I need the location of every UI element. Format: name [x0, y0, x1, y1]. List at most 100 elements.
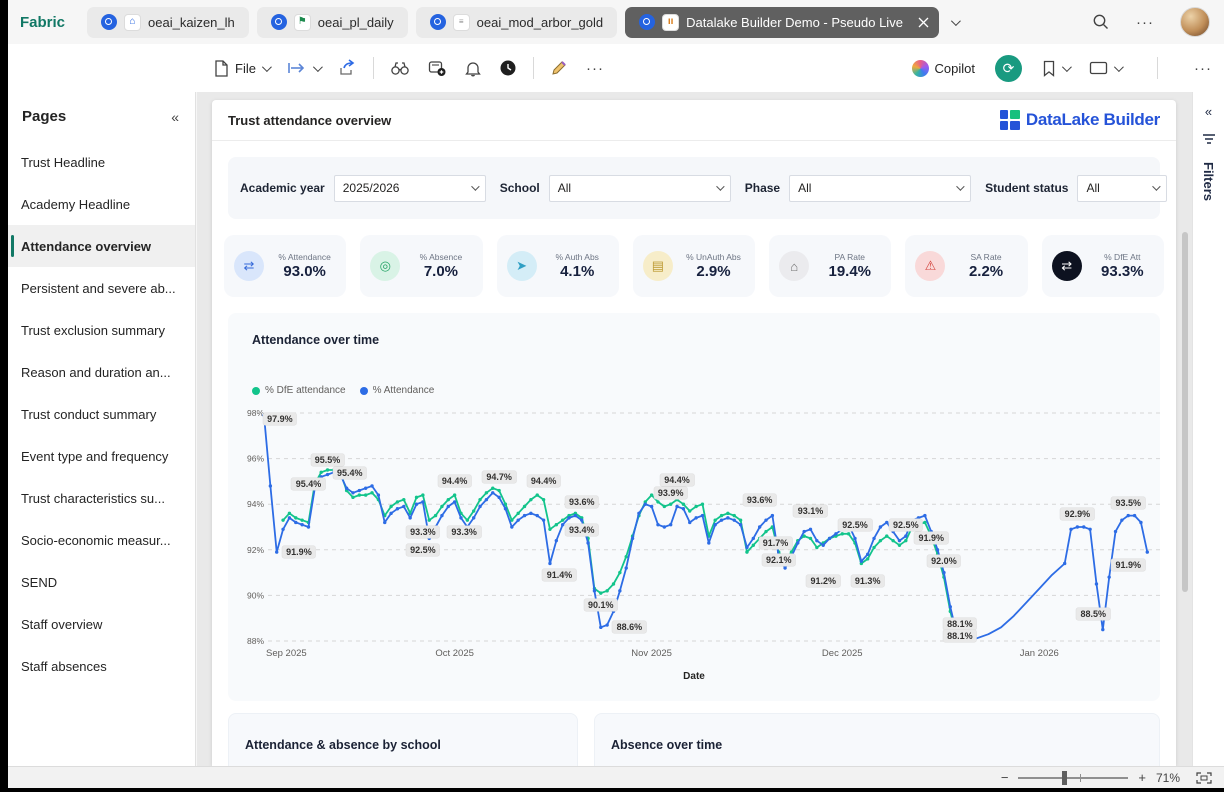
- zoom-slider[interactable]: [1018, 777, 1128, 779]
- edit-pencil-icon[interactable]: [550, 59, 568, 77]
- workspace-tabs: ⌂ oeai_kaizen_lh ⚑oeai_pl_daily ≡ oeai_mod_a…: [87, 7, 939, 38]
- svg-text:Dec 2025: Dec 2025: [822, 648, 863, 659]
- sidebar-item-attendance-overview[interactable]: Attendance overview: [8, 225, 195, 267]
- sidebar-item-reason-and-duration-an[interactable]: Reason and duration an...: [8, 351, 195, 393]
- notifications-bell-icon[interactable]: [465, 60, 481, 77]
- active-report-tab[interactable]: ııDatalake Builder Demo - Pseudo Live: [625, 7, 939, 38]
- sidebar-item-staff-absences[interactable]: Staff absences: [8, 645, 195, 687]
- kpi-card--absence[interactable]: ◎% Absence7.0%: [360, 235, 482, 297]
- fabric-logo[interactable]: Fabric: [20, 14, 65, 31]
- sidebar-item-academy-headline[interactable]: Academy Headline: [8, 183, 195, 225]
- zoom-in-button[interactable]: +: [1138, 770, 1146, 785]
- sidebar-item-trust-conduct-summary[interactable]: Trust conduct summary: [8, 393, 195, 435]
- workspace-tab[interactable]: ≡ oeai_mod_arbor_gold: [416, 7, 617, 38]
- legend-item: % Attendance: [360, 385, 435, 396]
- zoom-out-button[interactable]: −: [1001, 770, 1009, 785]
- sidebar-item-persistent-and-severe-ab[interactable]: Persistent and severe ab...: [8, 267, 195, 309]
- sidebar-item-socio-economic-measur[interactable]: Socio-economic measur...: [8, 519, 195, 561]
- svg-text:Nov 2025: Nov 2025: [631, 648, 672, 659]
- file-menu-button[interactable]: File: [214, 60, 269, 77]
- item-type-badge-icon: [271, 14, 287, 30]
- sidebar-item-label: Socio-economic measur...: [21, 533, 171, 548]
- canvas-scrollbar[interactable]: [1182, 232, 1188, 592]
- sidebar-item-send[interactable]: SEND: [8, 561, 195, 603]
- kpi-card-sa-rate[interactable]: ⚠SA Rate2.2%: [905, 235, 1027, 297]
- copilot-button[interactable]: Copilot: [912, 60, 975, 77]
- filters-pane-label[interactable]: Filters: [1201, 162, 1216, 201]
- svg-text:88%: 88%: [247, 636, 264, 646]
- kpi-card--attendance[interactable]: ⇄% Attendance93.0%: [224, 235, 346, 297]
- chart-legend: % DfE attendance% Attendance: [252, 385, 434, 396]
- filter-dropdown[interactable]: All: [549, 175, 731, 202]
- kpi-card-pa-rate[interactable]: ⌂PA Rate19.4%: [769, 235, 891, 297]
- filter-bar: Academic year2025/2026SchoolAllPhaseAllS…: [228, 157, 1160, 219]
- card-title: Attendance & absence by school: [245, 738, 561, 752]
- sidebar-item-trust-headline[interactable]: Trust Headline: [8, 141, 195, 183]
- search-icon[interactable]: [1092, 13, 1110, 31]
- copilot-label: Copilot: [935, 61, 975, 76]
- user-avatar[interactable]: [1180, 7, 1210, 37]
- top-bar: Fabric ⌂ oeai_kaizen_lh ⚑oeai_pl_daily ≡ oea…: [8, 0, 1224, 44]
- workspace-tab[interactable]: ⚑oeai_pl_daily: [257, 7, 408, 38]
- filter-dropdown[interactable]: 2025/2026: [334, 175, 486, 202]
- export-button[interactable]: [287, 61, 320, 75]
- toolbar-more-icon[interactable]: ···: [586, 60, 604, 77]
- kpi-label: % DfE Att: [1104, 252, 1140, 262]
- add-note-icon[interactable]: [428, 60, 447, 77]
- sidebar-item-event-type-and-frequency[interactable]: Event type and frequency: [8, 435, 195, 477]
- report-canvas: Trust attendance overview DataLake Build…: [212, 100, 1176, 766]
- filter-dropdown[interactable]: All: [789, 175, 971, 202]
- notebook-icon: ≡: [453, 14, 470, 31]
- kpi-label: % UnAuth Abs: [686, 252, 741, 262]
- sidebar-item-trust-characteristics-su[interactable]: Trust characteristics su...: [8, 477, 195, 519]
- kpi-row: ⇄% Attendance93.0%◎% Absence7.0%➤% Auth …: [224, 235, 1164, 297]
- sidebar-item-label: Staff absences: [21, 659, 107, 674]
- sidebar-item-label: Reason and duration an...: [21, 365, 171, 380]
- view-mode-button[interactable]: [1089, 61, 1121, 75]
- kpi-card--auth-abs[interactable]: ➤% Auth Abs4.1%: [497, 235, 619, 297]
- kpi-value: 4.1%: [560, 263, 594, 280]
- kpi-label: SA Rate: [970, 252, 1001, 262]
- datalake-builder-logo: DataLake Builder: [1000, 110, 1160, 130]
- refresh-button[interactable]: ⟳: [995, 55, 1022, 82]
- kpi-text: % Attendance93.0%: [273, 252, 336, 280]
- zoom-slider-handle[interactable]: [1062, 771, 1067, 785]
- attendance-over-time-card: Attendance over time % DfE attendance% A…: [228, 313, 1160, 701]
- absence-over-time-card[interactable]: Absence over time: [594, 713, 1160, 766]
- toolbar-right-more-icon[interactable]: ···: [1194, 60, 1212, 77]
- sidebar-item-label: Trust characteristics su...: [21, 491, 165, 506]
- kpi-card--unauth-abs[interactable]: ▤% UnAuth Abs2.9%: [633, 235, 755, 297]
- filter-dropdown[interactable]: All: [1077, 175, 1167, 202]
- svg-text:90%: 90%: [247, 590, 264, 600]
- file-menu-label: File: [235, 61, 256, 76]
- workspace-tab[interactable]: ⌂ oeai_kaizen_lh: [87, 7, 249, 38]
- home-icon: ⌂: [779, 251, 809, 281]
- kpi-text: % UnAuth Abs2.9%: [682, 252, 745, 280]
- sidebar-collapse-icon[interactable]: «: [171, 109, 179, 125]
- svg-text:Sep 2025: Sep 2025: [266, 648, 307, 659]
- attendance-line-chart[interactable]: 98%96%94%92%90%88%Sep 2025Oct 2025Nov 20…: [236, 403, 1176, 675]
- tab-overflow-chevron-icon[interactable]: [951, 13, 958, 31]
- target-icon: ◎: [370, 251, 400, 281]
- sidebar-item-staff-overview[interactable]: Staff overview: [8, 603, 195, 645]
- attendance-absence-by-school-card[interactable]: Attendance & absence by school: [228, 713, 578, 766]
- sidebar-item-trust-exclusion-summary[interactable]: Trust exclusion summary: [8, 309, 195, 351]
- legend-dot: [252, 387, 260, 395]
- presence-status-icon[interactable]: [499, 59, 517, 77]
- filters-expand-icon[interactable]: «: [1205, 104, 1212, 119]
- tab-label: oeai_mod_arbor_gold: [477, 15, 603, 30]
- sidebar-item-label: SEND: [21, 575, 57, 590]
- toolbar-divider-3: [1157, 57, 1158, 79]
- filter-funnel-icon[interactable]: [1202, 133, 1216, 146]
- close-tab-icon[interactable]: [918, 17, 929, 28]
- zoom-level: 71%: [1156, 771, 1186, 785]
- lakehouse-icon: ⌂: [124, 14, 141, 31]
- bookmark-button[interactable]: [1042, 60, 1069, 77]
- explore-binoculars-icon[interactable]: [390, 60, 410, 76]
- fit-to-page-icon[interactable]: [1196, 772, 1212, 784]
- tab-label: oeai_kaizen_lh: [148, 15, 235, 30]
- kpi-value: 19.4%: [828, 263, 871, 280]
- topbar-more-icon[interactable]: ···: [1136, 14, 1154, 31]
- share-icon[interactable]: [338, 59, 357, 77]
- kpi-card--dfe-att[interactable]: ⇄% DfE Att93.3%: [1042, 235, 1164, 297]
